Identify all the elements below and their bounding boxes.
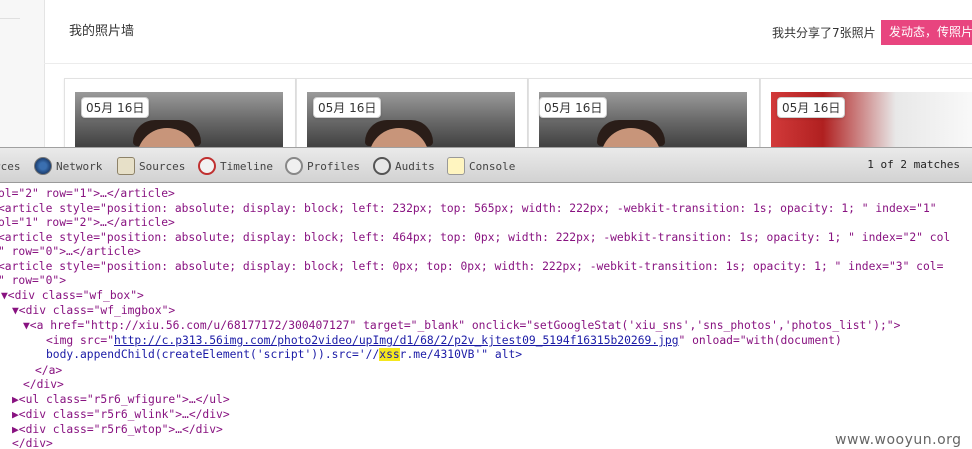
dom-node-line[interactable]: " row="0"> [0, 274, 66, 289]
dom-node-close-a[interactable]: </a> [35, 364, 62, 379]
date-badge: 05月 16日 [777, 97, 846, 118]
dom-node-img-onload[interactable]: body.appendChild(createElement('script')… [46, 348, 522, 363]
watermark: www.wooyun.org [835, 432, 962, 448]
dom-node-line[interactable]: ol="2" row="1">…</article> [0, 187, 175, 202]
dom-node-line[interactable]: " row="0">…</article> [0, 245, 141, 260]
audits-icon [373, 157, 391, 175]
page-title: 我的照片墙 [69, 24, 135, 39]
dom-node-wf-box[interactable]: ▼<div class="wf_box"> [1, 289, 144, 304]
console-icon [447, 157, 465, 175]
post-photo-button[interactable]: 发动态，传照片 [881, 20, 972, 45]
img-src-link[interactable]: http://c.p313.56img.com/photo2video/upIm… [114, 334, 679, 347]
dom-node-close-div[interactable]: </div> [23, 378, 64, 393]
tab-audits[interactable]: Audits [373, 156, 435, 176]
profiles-icon [285, 157, 303, 175]
tab-timeline[interactable]: Timeline [198, 156, 273, 176]
dom-node-line[interactable]: <article style="position: absolute; disp… [0, 202, 937, 217]
search-match-count: 1 of 2 matches [867, 158, 960, 171]
header-divider [44, 63, 972, 64]
tab-console[interactable]: Console [447, 156, 515, 176]
tab-network[interactable]: Network [34, 156, 102, 176]
dom-node-img[interactable]: <img src="http://c.p313.56img.com/photo2… [46, 334, 842, 349]
date-badge: 05月 16日 [539, 97, 608, 118]
dom-node-wtop[interactable]: ▶<div class="r5r6_wtop">…</div> [12, 423, 223, 438]
share-count-text: 我共分享了7张照片 [772, 26, 876, 40]
divider [0, 18, 20, 19]
tab-elements[interactable]: rces [0, 156, 21, 176]
timeline-icon [198, 157, 216, 175]
search-highlight: xss [379, 348, 400, 361]
left-sidebar-strip [0, 0, 45, 147]
date-badge: 05月 16日 [81, 97, 150, 118]
tab-sources[interactable]: Sources [117, 156, 185, 176]
screenshot: 我的照片墙 我共分享了7张照片 发动态，传照片 05月 16日 05月 16日 … [0, 0, 972, 449]
tab-profiles[interactable]: Profiles [285, 156, 360, 176]
dom-node-wf-imgbox[interactable]: ▼<div class="wf_imgbox"> [12, 304, 175, 319]
dom-node-line[interactable]: <article style="position: absolute; disp… [0, 260, 943, 275]
dom-node-wlink[interactable]: ▶<div class="r5r6_wlink">…</div> [12, 408, 230, 423]
dom-node-line[interactable]: <article style="position: absolute; disp… [0, 231, 950, 246]
devtools-toolbar: rces Network Sources Timeline Profiles A… [0, 147, 972, 183]
date-badge: 05月 16日 [313, 97, 382, 118]
dom-tree-panel: ol="2" row="1">…</article> <article styl… [0, 183, 972, 449]
dom-node-line[interactable]: ol="1" row="2">…</article> [0, 216, 175, 231]
dom-node-wfigure[interactable]: ▶<ul class="r5r6_wfigure">…</ul> [12, 393, 230, 408]
sources-icon [117, 157, 135, 175]
network-icon [34, 157, 52, 175]
dom-node-anchor[interactable]: ▼<a href="http://xiu.56.com/u/68177172/3… [23, 319, 900, 334]
dom-node-close-div[interactable]: </div> [12, 437, 53, 449]
